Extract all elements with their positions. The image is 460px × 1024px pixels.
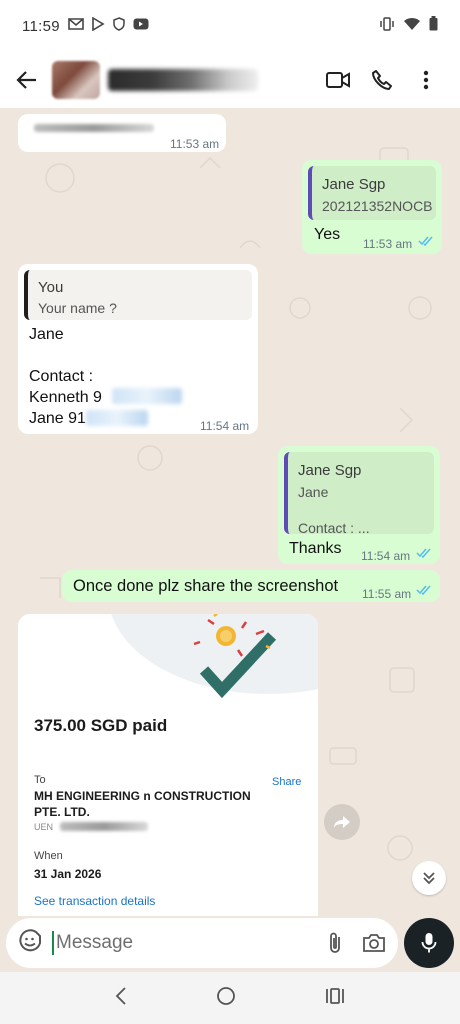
quoted-text: Your name ?: [38, 300, 117, 316]
chat-header: [0, 52, 460, 108]
voice-record-button[interactable]: [404, 918, 454, 968]
camera-button[interactable]: [362, 933, 386, 953]
message-outgoing[interactable]: Once done plz share the screenshot 11:55…: [62, 570, 440, 602]
attach-button[interactable]: [328, 931, 342, 955]
quoted-message[interactable]: Jane Sgp Jane Contact : ...: [284, 452, 434, 536]
message-input[interactable]: [56, 932, 286, 954]
payment-receipt-image[interactable]: 375.00 SGD paid To MH ENGINEERING n CONS…: [18, 614, 318, 916]
forward-arrow-icon: [334, 816, 350, 828]
receipt-amount: 375.00 SGD paid: [34, 716, 168, 735]
status-system-icons: [370, 16, 438, 36]
quoted-text: 202121352NOCB: [322, 198, 433, 214]
message-time: 11:54 am: [200, 419, 250, 433]
quoted-author: Jane Sgp: [298, 462, 362, 479]
quoted-message[interactable]: You Your name ?: [24, 270, 252, 320]
payment-success-check-icon: [193, 614, 277, 699]
redacted-phone: [86, 410, 148, 426]
message-text-line: Jane: [29, 326, 64, 343]
message-text: Thanks: [289, 540, 342, 557]
receipt-to-label: To: [34, 774, 46, 786]
wifi-icon: [404, 17, 420, 35]
redacted-text: [34, 124, 154, 132]
play-store-icon: [91, 16, 105, 36]
voice-call-button[interactable]: [360, 69, 404, 91]
recents-icon: [326, 987, 345, 1004]
nav-home-button[interactable]: [216, 986, 236, 1011]
message-text-line: Kenneth 9: [29, 389, 102, 406]
camera-icon: [363, 934, 385, 952]
receipt-when-label: When: [34, 850, 63, 862]
chevron-left-icon: [115, 986, 126, 1005]
system-navigation-bar: [0, 972, 460, 1024]
sticker-smile-icon: [19, 928, 41, 951]
quoted-text-line: Jane: [298, 484, 329, 500]
gmail-icon: [68, 17, 84, 36]
video-camera-icon: [326, 72, 350, 88]
message-incoming[interactable]: You Your name ? Jane Contact : Kenneth 9…: [18, 264, 258, 434]
contact-name-redacted[interactable]: [108, 69, 258, 91]
nav-recents-button[interactable]: [325, 987, 345, 1010]
read-ticks-icon: [416, 548, 431, 558]
scroll-to-bottom-button[interactable]: [412, 861, 446, 895]
message-time: 11:53 am: [170, 137, 220, 151]
home-circle-icon: [217, 986, 235, 1005]
read-ticks-icon: [416, 585, 431, 595]
receipt-uen-label: UEN: [34, 822, 54, 832]
paperclip-icon: [330, 932, 340, 953]
message-time: 11:55 am: [362, 587, 412, 601]
text-cursor: [52, 931, 54, 955]
header-actions: [316, 69, 448, 91]
back-button[interactable]: [12, 65, 42, 95]
composer-actions: [308, 931, 386, 955]
message-text: Yes: [314, 226, 341, 243]
message-time: 11:54 am: [361, 549, 411, 563]
read-ticks-icon: [418, 236, 433, 246]
more-vertical-icon: [423, 70, 429, 90]
nav-back-button[interactable]: [115, 986, 127, 1010]
shield-icon: [112, 16, 126, 36]
video-call-button[interactable]: [316, 71, 360, 89]
quoted-author: Jane Sgp: [322, 176, 386, 193]
message-outgoing[interactable]: Jane Sgp Jane Contact : ... Thanks 11:54…: [278, 446, 440, 564]
quoted-author: You: [38, 279, 64, 296]
contact-avatar[interactable]: [52, 61, 100, 99]
redacted-phone: [112, 388, 182, 404]
redacted-uen: [60, 822, 148, 831]
status-bar: 11:59: [0, 0, 460, 52]
chevrons-down-icon: [423, 872, 435, 885]
phone-icon: [372, 70, 392, 90]
vibrate-icon: [379, 16, 395, 36]
receipt-share-link[interactable]: Share: [272, 776, 301, 788]
message-time: 11:53 am: [363, 237, 413, 251]
status-notification-icons: [68, 16, 156, 36]
more-options-button[interactable]: [404, 70, 448, 90]
arrow-left-icon: [16, 71, 36, 89]
microphone-icon: [421, 933, 437, 953]
message-incoming[interactable]: 11:53 am: [18, 114, 226, 152]
message-outgoing[interactable]: Jane Sgp 202121352NOCB Yes 11:53 am: [302, 160, 442, 254]
forward-button[interactable]: [324, 804, 360, 840]
status-time: 11:59: [22, 17, 60, 35]
youtube-icon: [133, 17, 149, 35]
chat-area[interactable]: 11:53 am Jane Sgp 202121352NOCB Yes 11:5…: [0, 108, 460, 916]
battery-icon: [429, 16, 438, 36]
transaction-details-link[interactable]: See transaction details: [34, 894, 155, 908]
message-text-line: Contact :: [29, 368, 94, 385]
message-composer: [6, 918, 398, 968]
message-text-line: Jane 91: [29, 410, 86, 427]
quoted-message[interactable]: Jane Sgp 202121352NOCB: [308, 166, 436, 220]
receipt-recipient: MH ENGINEERING n CONSTRUCTION PTE. LTD.: [34, 789, 251, 819]
receipt-date: 31 Jan 2026: [34, 867, 102, 881]
message-text: Once done plz share the screenshot: [73, 577, 339, 595]
quoted-text-line: Contact : ...: [298, 520, 370, 536]
emoji-button[interactable]: [18, 928, 42, 958]
